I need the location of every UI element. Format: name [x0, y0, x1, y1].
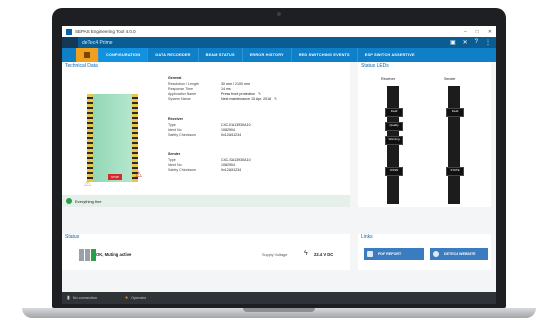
sender-label: Sender — [444, 77, 456, 81]
status-leds-panel: Status LEDs Receiver Sender Field Qualit… — [358, 62, 491, 207]
status-block — [79, 249, 84, 261]
app-icon — [66, 28, 72, 35]
status-panel: Status OK, Muting active Supply Voltage … — [62, 234, 350, 270]
close-window-button[interactable]: ✕ — [488, 29, 492, 35]
pdf-report-label: PDF REPORT — [378, 252, 402, 256]
tab-configuration[interactable]: CONFIGURATION — [98, 48, 148, 62]
header-actions: ▣ ✕ ? ⋮ — [450, 39, 491, 46]
user-role[interactable]: Operator — [131, 296, 146, 300]
receiver-led-strip — [387, 86, 399, 204]
links-title: Links — [361, 234, 373, 240]
pdf-report-button[interactable]: PDF REPORT — [364, 248, 424, 260]
device-logo-icon — [62, 37, 78, 48]
main-content: Technical Data ⚠ ⚠ STOP General Resoluti… — [62, 62, 496, 292]
minimize-button[interactable]: – — [464, 29, 467, 35]
info-row: System Name Next maintenance 15 Apr. 2018… — [168, 97, 277, 102]
general-heading: General — [168, 76, 182, 80]
tab-beam-status[interactable]: BEAM STATUS — [197, 48, 242, 62]
status-block — [85, 249, 90, 261]
led-badge: Warning — [385, 136, 403, 145]
window-controls: – □ ✕ — [464, 29, 492, 35]
close-icon[interactable]: ✕ — [463, 39, 468, 46]
app-header: deTec4 Prime ▣ ✕ ? ⋮ — [62, 37, 496, 48]
window-title: SEPAS Engineering Tool 4.0.0 — [75, 29, 136, 34]
health-status-text: Everything fine — [75, 198, 102, 204]
info-key: Safety Checksum — [168, 168, 197, 172]
alert-icon: ⚠ — [135, 170, 143, 179]
links-panel: Links PDF REPORT DETEC4 WEBSITE — [358, 234, 491, 270]
protective-field-image — [93, 94, 132, 182]
led-badge: STATE — [446, 167, 464, 176]
technical-data-title: Technical Data — [65, 63, 98, 69]
led-badge: OSSD — [385, 167, 403, 176]
info-value: Next maintenance 15 Apr. 2018 — [221, 97, 272, 101]
tab-error-history[interactable]: ERROR HISTORY — [241, 48, 291, 62]
user-icon: ● — [125, 295, 129, 301]
status-title: Status — [65, 234, 80, 240]
device-name: deTec4 Prime — [82, 39, 113, 46]
receiver-section: Receiver Type C4C-EA13930A10 Ident No 1082… — [168, 117, 251, 138]
info-key: Safety Checksum — [168, 133, 197, 137]
connection-status: No connection — [72, 296, 98, 300]
tab-esp-switch[interactable]: ESP SWITCH ASSERTIVE — [356, 48, 422, 62]
info-value: 0x12A51234 — [221, 133, 242, 137]
laptop-notch — [243, 308, 315, 312]
supply-voltage-label: Supply Voltage — [262, 253, 288, 257]
app-screen: SEPAS Engineering Tool 4.0.0 – □ ✕ deTec… — [62, 26, 496, 304]
status-block — [91, 249, 96, 261]
pdf-icon — [367, 251, 373, 257]
supply-voltage-value: 22.4 V DC — [314, 252, 334, 257]
website-button[interactable]: DETEC4 WEBSITE — [430, 248, 488, 260]
maximize-button[interactable]: □ — [476, 29, 479, 35]
tab-red-switching-events[interactable]: RED SWITCHING EVENTS — [290, 48, 357, 62]
status-text: OK, Muting active — [96, 252, 132, 257]
info-row: Safety Checksum 0x12A51234 — [168, 168, 251, 173]
led-badge: Field — [385, 108, 403, 117]
health-status-bar: Everything fine — [62, 195, 350, 207]
status-indicator — [79, 249, 96, 261]
laptop-frame: SEPAS Engineering Tool 4.0.0 – □ ✕ deTec… — [52, 8, 506, 308]
save-icon[interactable]: ▣ — [450, 39, 456, 46]
window-titlebar: SEPAS Engineering Tool 4.0.0 – □ ✕ — [62, 26, 496, 37]
sender-bar-image — [132, 94, 138, 182]
sender-led-strip — [448, 86, 460, 204]
more-icon[interactable]: ⋮ — [485, 39, 491, 46]
technical-data-panel: Technical Data ⚠ ⚠ STOP General Resoluti… — [62, 62, 350, 207]
camera-icon — [277, 12, 281, 16]
sender-heading: Sender — [168, 152, 181, 156]
connection-icon: ▮ — [67, 295, 70, 301]
sender-section: Sender Type C4C-SA13930A10 Ident No 108290… — [168, 152, 251, 173]
globe-icon — [433, 251, 439, 257]
stop-tag: STOP — [108, 174, 122, 180]
info-key: System Name — [168, 97, 191, 101]
app-statusbar: ▮ No connection ● Operator — [62, 292, 496, 304]
general-section: General Resolution / Length 30 mm / 2100 … — [168, 76, 277, 102]
led-badge: Quality — [385, 122, 403, 131]
home-icon — [84, 52, 90, 58]
receiver-heading: Receiver — [168, 117, 183, 121]
tab-data-recorder[interactable]: DATA RECORDER — [147, 48, 197, 62]
info-value: 0x12A51234 — [221, 168, 242, 172]
check-icon — [66, 198, 72, 204]
led-badge: Field — [446, 108, 464, 117]
receiver-label: Receiver — [381, 77, 396, 81]
status-leds-title: Status LEDs — [361, 63, 389, 69]
home-tab[interactable] — [76, 48, 98, 62]
tab-bar: CONFIGURATION DATA RECORDER BEAM STATUS … — [62, 48, 496, 62]
help-icon[interactable]: ? — [475, 39, 478, 46]
lightning-icon: ϟ — [304, 250, 308, 257]
website-label: DETEC4 WEBSITE — [444, 252, 476, 256]
warning-icon: ⚠ — [84, 179, 92, 188]
info-row: Safety Checksum 0x12A51234 — [168, 133, 251, 138]
edit-icon[interactable]: ✎ — [274, 97, 277, 102]
